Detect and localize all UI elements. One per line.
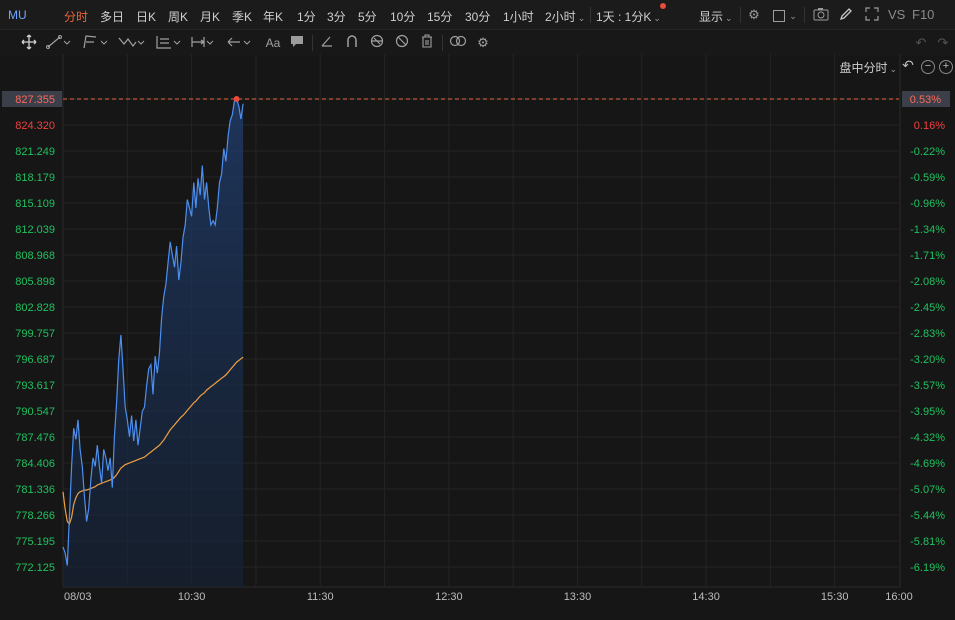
percent-tick-label: -0.59% (910, 172, 945, 184)
time-tick-label: 11:30 (307, 591, 334, 603)
percent-tick-label: -2.83% (910, 328, 945, 340)
percent-tick-label: -5.81% (910, 536, 945, 548)
price-tick-label: 778.266 (15, 510, 55, 522)
percent-tick-label: -3.20% (910, 354, 945, 366)
price-tick-label: 821.249 (15, 146, 55, 158)
percent-tick-label: -1.71% (910, 250, 945, 262)
price-tick-label: 793.617 (15, 380, 55, 392)
price-tick-label: 775.195 (15, 536, 55, 548)
percent-tick-label: -4.69% (910, 458, 945, 470)
time-tick-label: 12:30 (435, 591, 463, 603)
price-tick-label: 808.968 (15, 250, 55, 262)
percent-tick-label: -2.45% (910, 302, 945, 314)
price-tick-label: 824.320 (15, 120, 55, 132)
price-area (63, 98, 244, 587)
price-tick-label: 818.179 (15, 172, 55, 184)
price-tick-label: 781.336 (15, 484, 55, 496)
price-tick-label: 812.039 (15, 224, 55, 236)
time-tick-label: 16:00 (885, 591, 913, 603)
current-price-tag: 827.355 (15, 94, 55, 106)
current-pct-tag: 0.53% (910, 94, 941, 106)
time-axis: 08/03 10:30 11:30 12:30 13:30 14:30 15:30 16:00 (64, 591, 913, 603)
price-tick-label: 802.828 (15, 302, 55, 314)
price-tick-label: 772.125 (15, 562, 55, 574)
percent-tick-label: -3.95% (910, 406, 945, 418)
percent-tick-label: -5.07% (910, 484, 945, 496)
price-tick-label: 787.476 (15, 432, 55, 444)
price-axis: 824.320 821.249 818.179 815.109 812.039 808.9… (15, 120, 55, 574)
percent-tick-label: -0.22% (910, 146, 945, 158)
current-price-dot (233, 96, 240, 102)
price-tick-label: 815.109 (15, 198, 55, 210)
percent-tick-label: -6.19% (910, 562, 945, 574)
time-tick-label: 15:30 (821, 591, 849, 603)
intraday-chart[interactable]: 824.320 821.249 818.179 815.109 812.039 808.9… (0, 0, 955, 620)
time-tick-label: 13:30 (564, 591, 592, 603)
percent-tick-label: -3.57% (910, 380, 945, 392)
percent-tick-label: -2.08% (910, 276, 945, 288)
price-tick-label: 784.406 (15, 458, 55, 470)
time-tick-label: 14:30 (692, 591, 720, 603)
price-tick-label: 796.687 (15, 354, 55, 366)
percent-tick-label: -5.44% (910, 510, 945, 522)
percent-tick-label: -1.34% (910, 224, 945, 236)
price-tick-label: 790.547 (15, 406, 55, 418)
percent-tick-label: -0.96% (910, 198, 945, 210)
percent-tick-label: 0.16% (914, 120, 945, 132)
time-tick-label: 08/03 (64, 591, 92, 603)
percent-axis: 0.16% -0.22% -0.59% -0.96% -1.34% -1.71% -2.08… (910, 120, 945, 574)
time-tick-label: 10:30 (178, 591, 206, 603)
price-tick-label: 805.898 (15, 276, 55, 288)
price-tick-label: 799.757 (15, 328, 55, 340)
percent-tick-label: -4.32% (910, 432, 945, 444)
